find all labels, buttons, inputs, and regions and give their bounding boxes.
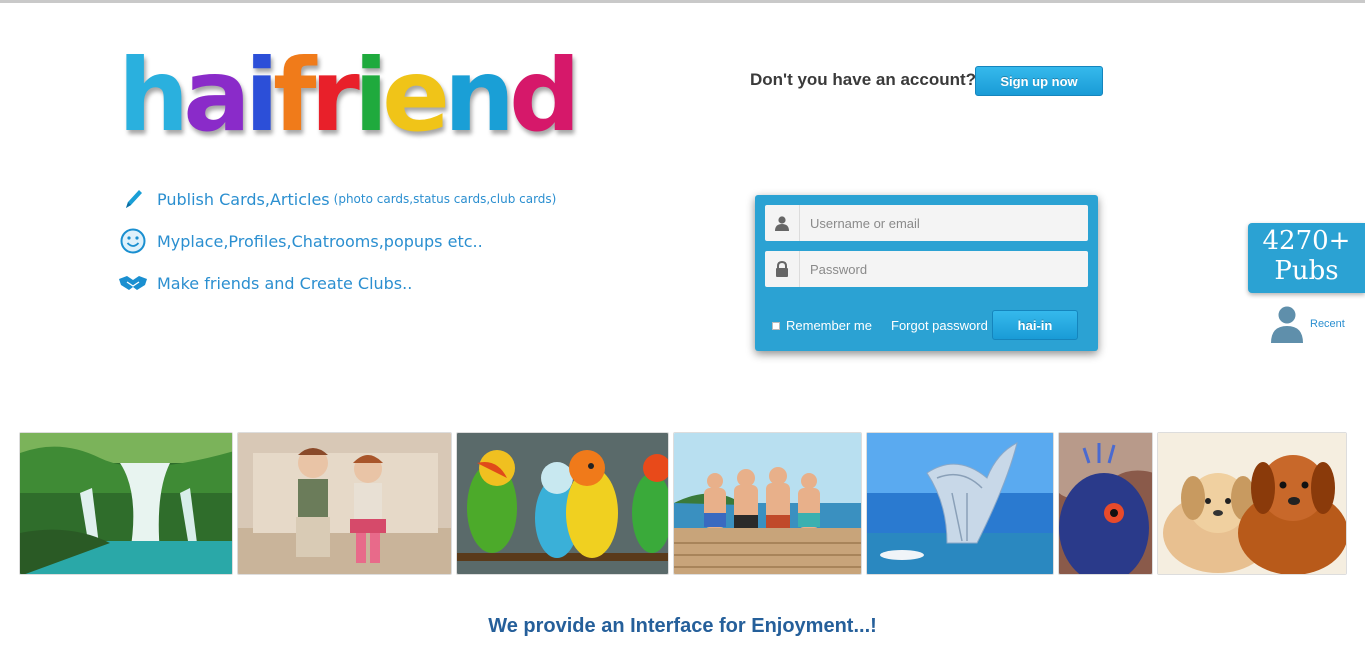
username-field-wrap <box>765 205 1088 241</box>
logo-letter: n <box>443 37 515 154</box>
remember-label: Remember me <box>786 318 872 333</box>
handshake-icon <box>118 269 148 297</box>
remember-checkbox[interactable] <box>772 321 780 330</box>
password-field-wrap <box>765 251 1088 287</box>
building-photo[interactable] <box>866 432 1054 575</box>
parrots-photo[interactable] <box>456 432 669 575</box>
lock-icon <box>765 251 800 287</box>
logo-letter: d <box>509 37 581 154</box>
logo-letter: e <box>382 37 450 154</box>
login-button[interactable]: hai-in <box>992 310 1078 340</box>
top-border <box>0 0 1365 3</box>
waterfall-photo[interactable] <box>19 432 233 575</box>
signup-button[interactable]: Sign up now <box>975 66 1103 96</box>
logo-letter: a <box>183 37 251 154</box>
login-form: Remember me Forgot password hai-in <box>755 195 1098 351</box>
kids-photo[interactable] <box>237 432 452 575</box>
logo-letter: f <box>272 37 316 154</box>
feature-sublabel: (photo cards,status cards,club cards) <box>333 192 557 206</box>
smiley-icon <box>118 227 148 255</box>
signup-prompt: Don't you have an account? <box>750 70 977 89</box>
bird-photo[interactable] <box>1058 432 1153 575</box>
feature-label: Publish Cards,Articles <box>157 189 330 209</box>
feature-list: Publish Cards,Articles (photo cards,stat… <box>118 184 556 310</box>
user-icon <box>765 205 800 241</box>
feature-label: Make friends and Create Clubs.. <box>157 273 413 293</box>
recent-link[interactable]: Recent <box>1310 318 1345 330</box>
logo-letter: i <box>244 37 279 154</box>
forgot-password-link[interactable]: Forgot password <box>891 318 988 333</box>
pubs-badge[interactable]: 4270+ Pubs <box>1248 223 1365 293</box>
feature-myplace: Myplace,Profiles,Chatrooms,popups etc.. <box>118 226 556 256</box>
pubs-label: Pubs <box>1274 256 1339 286</box>
logo-letter: h <box>118 37 189 154</box>
logo-letter: r <box>310 37 359 154</box>
feature-label: Myplace,Profiles,Chatrooms,popups etc.. <box>157 231 483 251</box>
pen-icon <box>118 185 148 213</box>
pubs-count: 4270+ <box>1262 226 1351 256</box>
password-input[interactable] <box>800 251 1088 287</box>
feature-publish: Publish Cards,Articles (photo cards,stat… <box>118 184 556 214</box>
feature-friends: Make friends and Create Clubs.. <box>118 268 556 298</box>
tagline: We provide an Interface for Enjoyment...… <box>488 615 877 637</box>
puppies-photo[interactable] <box>1157 432 1347 575</box>
children-pier-photo[interactable] <box>673 432 862 575</box>
username-input[interactable] <box>800 205 1088 241</box>
haifriend-logo[interactable]: haifriend <box>118 28 581 154</box>
user-avatar-icon[interactable] <box>1270 305 1304 343</box>
logo-letter: i <box>353 37 388 154</box>
remember-me[interactable]: Remember me <box>772 318 872 333</box>
